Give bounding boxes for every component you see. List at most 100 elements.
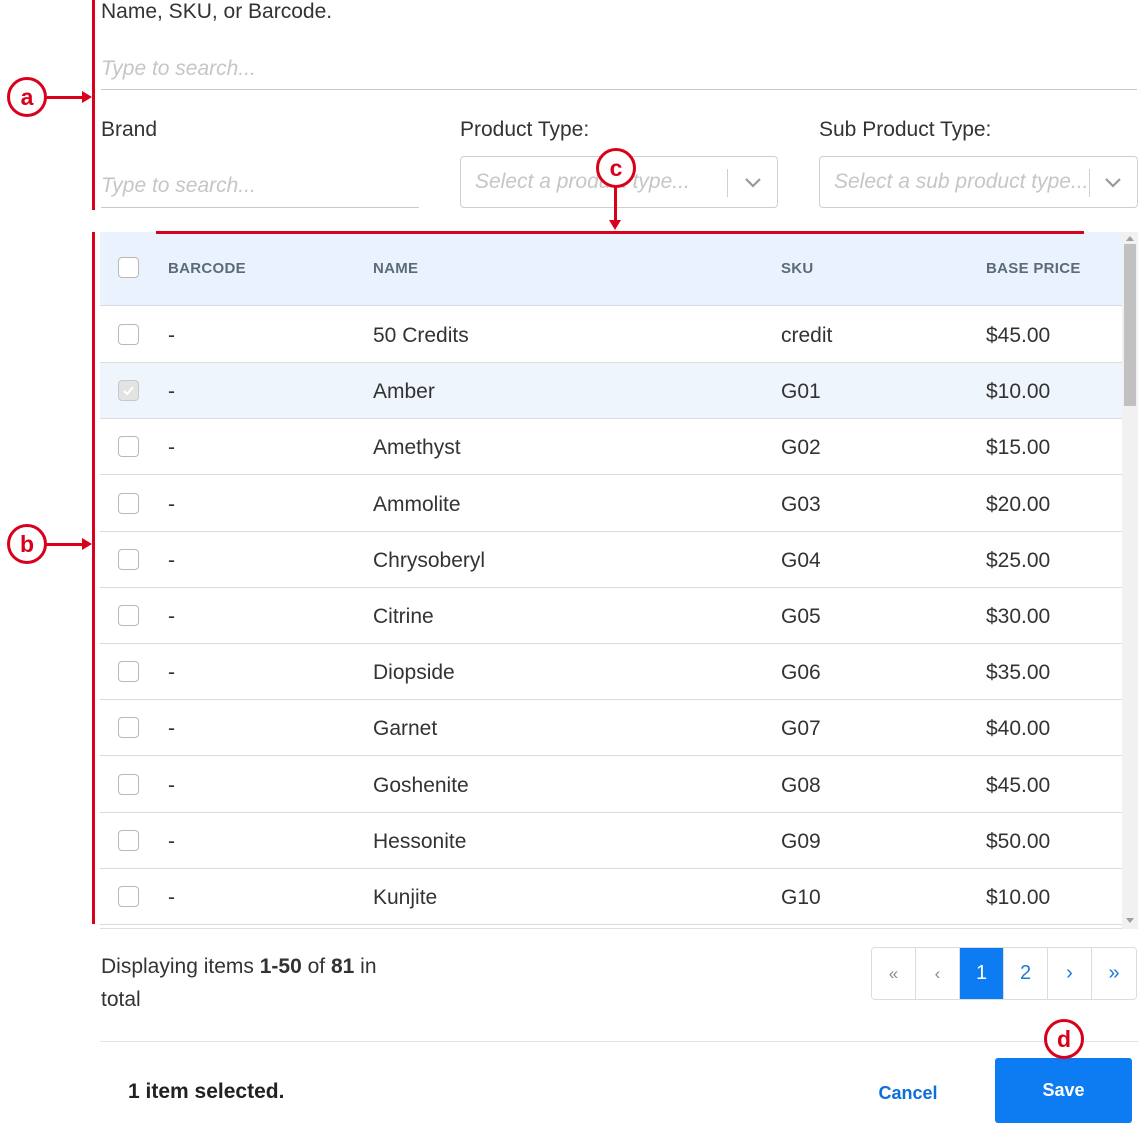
cell-sku: credit — [781, 324, 833, 347]
search-input[interactable] — [101, 48, 1137, 90]
row-checkbox[interactable] — [118, 773, 139, 795]
cell-barcode: - — [168, 829, 175, 853]
table-header: BARCODE NAME SKU BASE PRICE — [100, 232, 1122, 306]
cell-base-price: $45.00 — [986, 324, 1051, 347]
cell-name: Garnet — [373, 717, 438, 741]
cell-sku: G03 — [781, 492, 821, 516]
cell-name: 50 Credits — [373, 324, 469, 347]
table-row[interactable]: - Amber G01 $10.00 — [100, 363, 1122, 420]
cell-sku: G08 — [781, 773, 821, 797]
cell-sku: G07 — [781, 717, 821, 741]
cell-name: Ammolite — [373, 492, 461, 516]
page-1-button[interactable]: 1 — [960, 948, 1004, 999]
annotation-arrowhead-a — [82, 91, 92, 103]
cell-barcode: - — [168, 661, 175, 685]
footer-divider — [100, 1041, 1138, 1042]
annotation-stem-c — [614, 187, 617, 220]
table-row[interactable]: - Ammolite G03 $20.00 — [100, 475, 1122, 532]
row-checkbox[interactable] — [118, 886, 139, 907]
cell-sku: G04 — [781, 548, 821, 572]
select-all-checkbox[interactable] — [118, 257, 139, 278]
pagination: « ‹ 1 2 › » — [871, 947, 1137, 1000]
table-row[interactable]: - Citrine G05 $30.00 — [100, 588, 1122, 644]
chevron-down-icon[interactable] — [1101, 170, 1125, 194]
row-checkbox[interactable] — [118, 717, 139, 739]
table-row[interactable]: - Kunjite G10 $10.00 — [100, 869, 1122, 925]
cell-barcode: - — [168, 886, 175, 909]
cell-barcode: - — [168, 324, 175, 347]
table-scrollbar[interactable] — [1122, 232, 1138, 929]
cell-name: Amethyst — [373, 436, 461, 460]
prev-page-button[interactable]: ‹ — [916, 948, 960, 999]
cell-name: Citrine — [373, 605, 434, 628]
header-base-price[interactable]: BASE PRICE — [986, 260, 1081, 277]
info-total: 81 — [330, 955, 355, 978]
cell-barcode: - — [168, 492, 175, 516]
cell-sku: G02 — [781, 436, 821, 460]
cell-barcode: - — [168, 717, 175, 741]
annotation-bracket-a — [92, 0, 95, 210]
row-checkbox[interactable] — [118, 661, 139, 683]
cell-name: Goshenite — [373, 773, 469, 797]
page-2-button[interactable]: 2 — [1004, 948, 1048, 999]
info-prefix: Displaying items — [101, 955, 260, 978]
selection-count: 1 item selected. — [128, 1080, 285, 1103]
cell-base-price: $35.00 — [986, 661, 1051, 685]
brand-label: Brand — [101, 118, 158, 141]
annotation-line-c — [156, 231, 1084, 234]
table-row[interactable]: - Amethyst G02 $15.00 — [100, 419, 1122, 476]
cancel-button[interactable]: Cancel — [862, 1073, 954, 1113]
cell-name: Diopside — [373, 661, 455, 685]
cell-sku: G01 — [781, 380, 821, 404]
brand-input[interactable] — [101, 164, 419, 208]
sub-product-type-select[interactable]: Select a sub product type... — [819, 156, 1138, 208]
scroll-up-icon[interactable] — [1126, 236, 1134, 241]
cell-name: Amber — [373, 380, 435, 404]
header-barcode[interactable]: BARCODE — [168, 260, 246, 277]
annotation-label-a: a — [7, 77, 47, 117]
save-button[interactable]: Save — [995, 1058, 1132, 1123]
row-checkbox[interactable] — [118, 605, 139, 626]
annotation-arrowhead-c — [609, 220, 621, 230]
cell-base-price: $25.00 — [986, 548, 1051, 572]
table-row[interactable]: - 50 Credits credit $45.00 — [100, 307, 1122, 363]
last-page-button[interactable]: » — [1092, 948, 1136, 999]
table-row[interactable]: - Garnet G07 $40.00 — [100, 700, 1122, 757]
product-type-label: Product Type: — [460, 118, 590, 141]
cell-base-price: $10.00 — [986, 380, 1051, 404]
cell-base-price: $20.00 — [986, 492, 1051, 516]
chevron-down-icon[interactable] — [741, 170, 765, 194]
header-sku[interactable]: SKU — [781, 260, 814, 277]
pagination-info: Displaying items 1-50 of 81 in total — [101, 950, 421, 1016]
cell-barcode: - — [168, 773, 175, 797]
annotation-bracket-b — [92, 232, 95, 924]
cell-base-price: $15.00 — [986, 436, 1051, 460]
table-row[interactable]: - Goshenite G08 $45.00 — [100, 756, 1122, 813]
annotation-arrow-a — [46, 96, 82, 99]
scroll-down-icon[interactable] — [1126, 918, 1134, 923]
cell-base-price: $40.00 — [986, 717, 1051, 741]
table-row[interactable]: - Hessonite G09 $50.00 — [100, 812, 1122, 869]
cell-name: Kunjite — [373, 886, 438, 909]
table-row[interactable]: - Chrysoberyl G04 $25.00 — [100, 531, 1122, 588]
header-name[interactable]: NAME — [373, 260, 418, 277]
cell-barcode: - — [168, 436, 175, 460]
search-label: Name, SKU, or Barcode. — [101, 0, 333, 23]
table-row[interactable]: - Diopside G06 $35.00 — [100, 644, 1122, 701]
row-checkbox[interactable] — [118, 548, 139, 570]
next-page-button[interactable]: › — [1048, 948, 1092, 999]
cell-sku: G10 — [781, 886, 821, 909]
cell-base-price: $30.00 — [986, 605, 1051, 628]
first-page-button[interactable]: « — [872, 948, 916, 999]
info-of: of — [301, 955, 331, 978]
scrollbar-thumb[interactable] — [1124, 244, 1136, 406]
row-checkbox[interactable] — [118, 829, 139, 851]
row-checkbox[interactable] — [118, 324, 139, 345]
check-icon — [123, 386, 134, 396]
row-checkbox[interactable] — [118, 492, 139, 514]
row-checkbox[interactable] — [118, 380, 139, 402]
cell-sku: G09 — [781, 829, 821, 853]
cell-barcode: - — [168, 548, 175, 572]
cell-base-price: $45.00 — [986, 773, 1051, 797]
row-checkbox[interactable] — [118, 436, 139, 458]
